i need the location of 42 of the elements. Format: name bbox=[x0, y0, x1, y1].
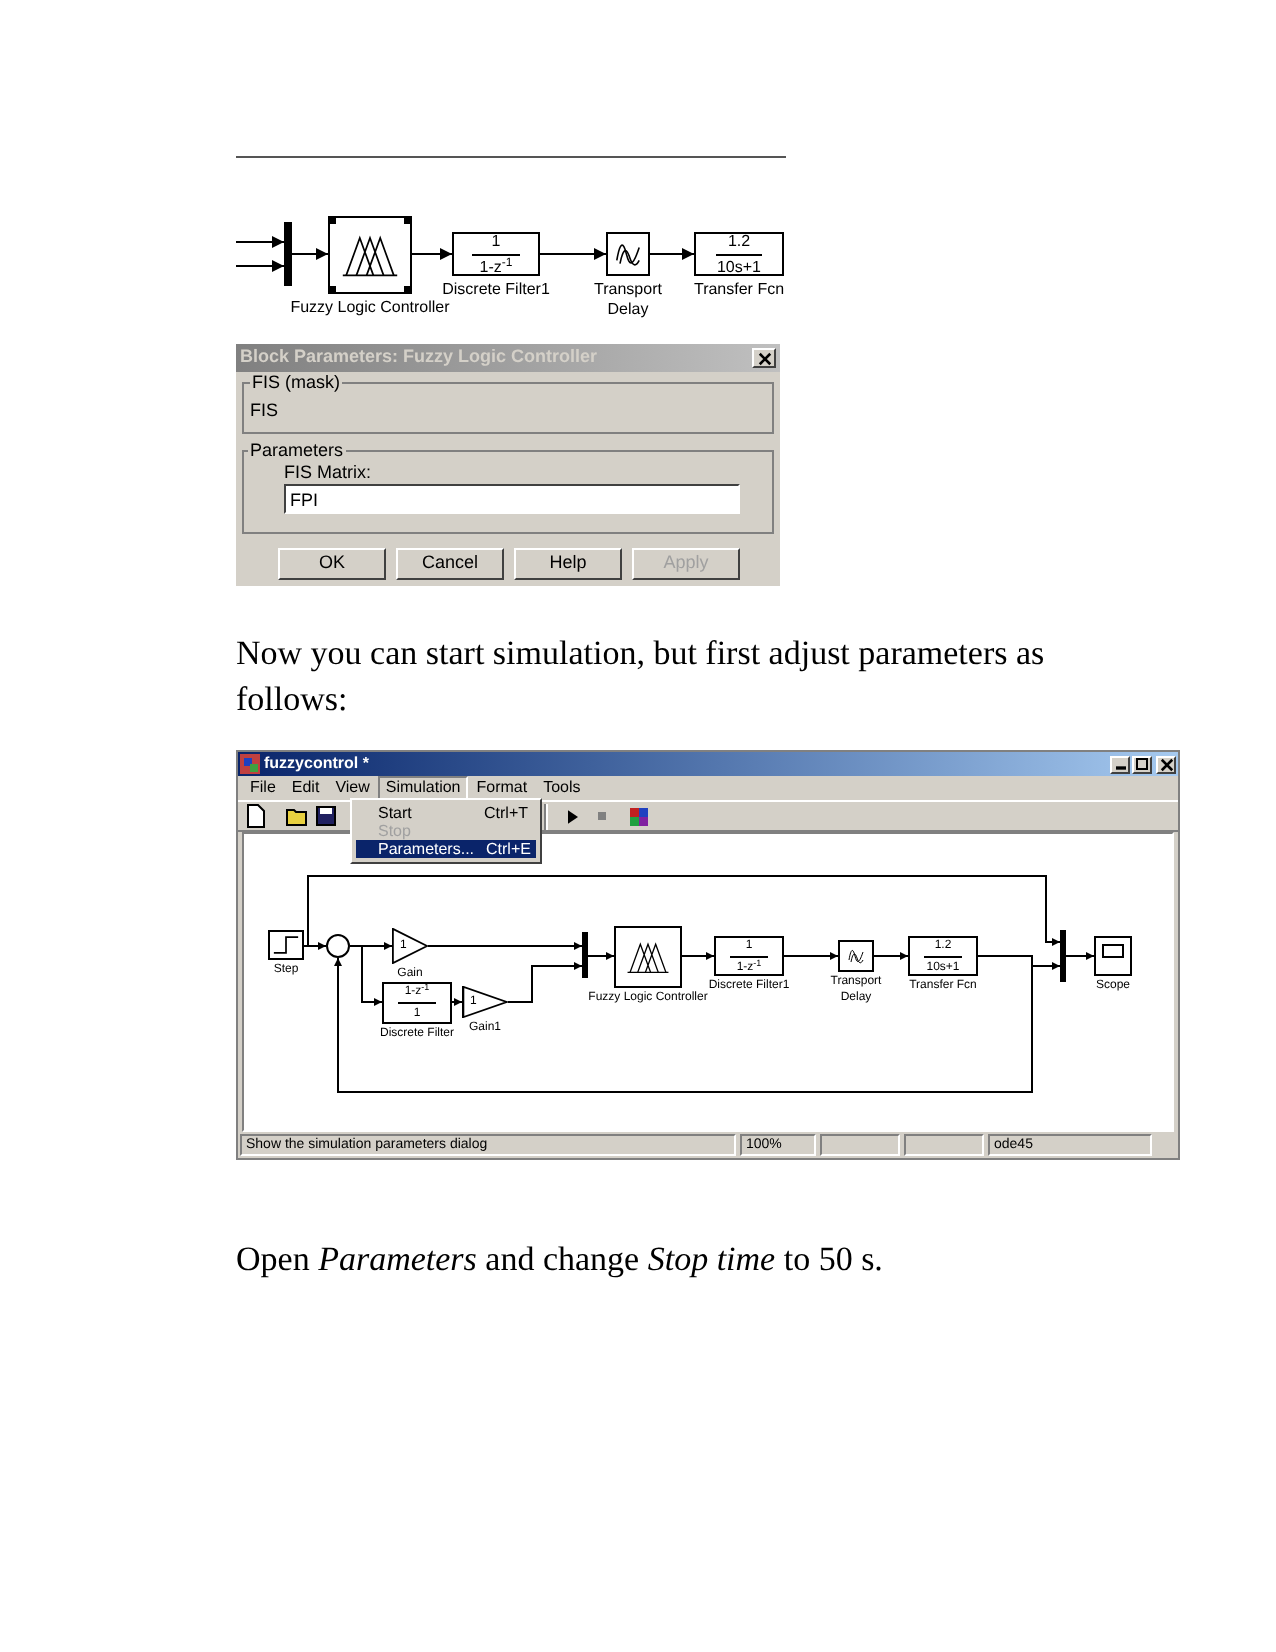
maximize-icon bbox=[1136, 758, 1148, 770]
play-icon[interactable] bbox=[568, 809, 578, 824]
instruction-paragraph: Now you can start simulation, but first adjust parameters as follows: bbox=[236, 632, 1047, 722]
field-label: FIS Matrix: bbox=[284, 462, 374, 485]
maximize-button[interactable] bbox=[1132, 755, 1152, 773]
menu-item[interactable]: Tools bbox=[535, 776, 589, 800]
minimize-icon bbox=[1115, 765, 1125, 769]
block-label: Transfer Fcn bbox=[693, 280, 785, 300]
menu-item[interactable]: Edit bbox=[283, 776, 328, 800]
dialog-button[interactable]: OK bbox=[278, 548, 386, 580]
block-label: Transport Delay bbox=[594, 280, 662, 320]
open-folder-icon[interactable] bbox=[286, 806, 310, 827]
dialog-button[interactable]: Help bbox=[514, 548, 622, 580]
close-icon bbox=[1159, 757, 1173, 771]
group-title: FIS (mask) bbox=[250, 374, 342, 392]
new-file-icon[interactable] bbox=[246, 804, 266, 829]
instruction-paragraph: Open Parameters and change Stop time to 50 s. bbox=[236, 1238, 885, 1282]
group-title: Parameters bbox=[248, 442, 346, 460]
close-button[interactable] bbox=[1156, 755, 1176, 773]
close-icon bbox=[757, 351, 771, 365]
block-label: Fuzzy Logic Controller bbox=[290, 298, 450, 318]
stop-icon[interactable] bbox=[598, 812, 606, 821]
model-icon bbox=[240, 754, 260, 774]
menu-item[interactable]: Format bbox=[468, 776, 536, 800]
signal-line bbox=[236, 260, 285, 272]
window-title: fuzzycontrol * bbox=[264, 752, 369, 776]
mask-text: FIS bbox=[250, 398, 281, 424]
wave-icon bbox=[844, 946, 868, 967]
block-label: Discrete Filter1 bbox=[442, 280, 550, 300]
filter-block: 1 1-z$^{-1}$ bbox=[452, 232, 540, 276]
signal-line bbox=[236, 236, 285, 248]
fis-matrix-field[interactable]: FPI bbox=[284, 484, 740, 515]
menu-item[interactable]: File bbox=[242, 776, 284, 800]
dropdown-item[interactable]: Start Ctrl+T bbox=[356, 804, 536, 822]
filter-block: 1.2 10s+1 bbox=[694, 232, 784, 276]
menu-item[interactable]: View bbox=[327, 776, 378, 800]
signal-line bbox=[1065, 952, 1095, 961]
library-icon[interactable] bbox=[630, 807, 648, 826]
save-icon[interactable] bbox=[316, 806, 336, 827]
dropdown-item[interactable]: Parameters... Ctrl+E bbox=[356, 840, 536, 858]
dialog-button[interactable]: Cancel bbox=[396, 548, 504, 580]
minimize-button[interactable] bbox=[1110, 755, 1130, 773]
